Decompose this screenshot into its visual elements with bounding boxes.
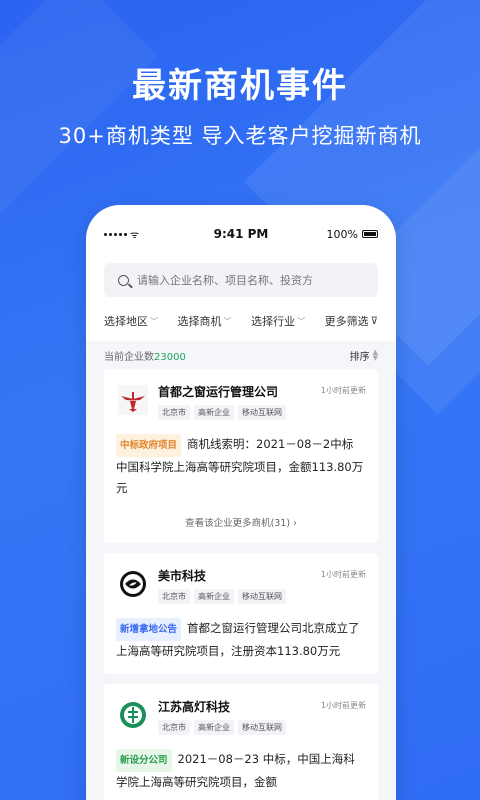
- count-value: 23000: [154, 351, 186, 363]
- search-bar[interactable]: [104, 263, 378, 297]
- tag: 高新企业: [194, 405, 234, 420]
- chevron-right-icon: ›: [293, 518, 297, 529]
- filter-bar: 选择地区 ﹀ 选择商机 ﹀ 选择行业 ﹀ 更多筛选 ⊽: [86, 313, 396, 329]
- tag: 北京市: [158, 720, 190, 735]
- funnel-icon: ⊽: [370, 315, 378, 327]
- opportunity-card[interactable]: 江苏高灯科技 北京市 高新企业 移动互联网 1小时前更新 新设分公司 2021－0…: [104, 684, 378, 800]
- filter-industry[interactable]: 选择行业 ﹀: [251, 313, 305, 329]
- update-time: 1小时前更新: [320, 386, 366, 395]
- count-label: 当前企业数: [104, 351, 154, 363]
- wifi-icon: ᯤ: [130, 230, 140, 241]
- opportunity-description: 新设分公司 2021－08－23 中标，中国上海科学院上海高等研究院项目，金额: [116, 749, 366, 793]
- filter-more[interactable]: 更多筛选 ⊽: [325, 313, 378, 329]
- opportunity-badge: 中标政府项目: [116, 434, 182, 457]
- tag-list: 北京市 高新企业 移动互联网: [158, 720, 321, 735]
- opportunity-list: 首都之窗运行管理公司 北京市 高新企业 移动互联网 1小时前更新 中标政府项目商…: [86, 369, 396, 800]
- sort-button[interactable]: 排序 ▲ ▼: [350, 348, 378, 363]
- opportunity-badge: 新增拿地公告: [116, 618, 182, 641]
- company-name[interactable]: 江苏高灯科技: [158, 698, 321, 715]
- tag: 北京市: [158, 405, 190, 420]
- eagle-emblem-icon: [116, 383, 150, 417]
- tag: 移动互联网: [238, 405, 286, 420]
- battery-icon: [361, 230, 378, 238]
- status-time: 9:41 PM: [213, 227, 269, 241]
- search-icon: [118, 274, 129, 286]
- banner-subtitle: 30+商机类型 导入老客户挖掘新商机: [58, 124, 422, 148]
- opportunity-description: 新增拿地公告 首都之窗运行管理公司北京成立了上海高等研究院项目，注册资本113.8…: [116, 618, 366, 662]
- tag: 高新企业: [194, 589, 234, 604]
- phone-mockup: ᯤ 9:41 PM 100% 选择地区﹀ 选择商机﹀ 选择行业﹀ 更多筛选⊽ 当…: [86, 205, 396, 800]
- update-time: 1小时前更新: [320, 570, 366, 579]
- tag: 移动互联网: [238, 589, 286, 604]
- chevron-down-icon: ﹀: [223, 316, 232, 326]
- opportunity-badge: 新设分公司: [116, 749, 172, 772]
- chevron-down-icon: ﹀: [150, 316, 158, 326]
- tag: 移动互联网: [238, 720, 286, 735]
- filter-region[interactable]: 选择地区 ﹀: [104, 313, 158, 329]
- battery-percent: 100%: [326, 227, 358, 241]
- company-name[interactable]: 美市科技: [158, 567, 321, 584]
- opportunity-card[interactable]: 美市科技 北京市 高新企业 移动互联网 1小时前更新 新增拿地公告 首都之窗运行管…: [104, 553, 378, 674]
- tag: 高新企业: [194, 720, 234, 735]
- tag: 北京市: [158, 589, 190, 604]
- tag-list: 北京市 高新企业 移动互联网: [158, 405, 321, 420]
- filter-opportunity[interactable]: 选择商机 ﹀: [178, 313, 232, 329]
- sort-arrows-icon: ▲ ▼: [372, 348, 378, 362]
- update-time: 1小时前更新: [320, 701, 366, 710]
- opportunity-description: 中标政府项目 商机线索明：2021－08－2中标 中国科学院上海高等研究院项目，金…: [116, 434, 366, 499]
- count-bar: 当前企业数23000 排序 ▲ ▼: [86, 341, 396, 369]
- view-more-link[interactable]: 查看该企业更多商机(31) ›: [116, 515, 366, 531]
- banner-title: 最新商机事件: [132, 66, 348, 106]
- bank-emblem-icon: [116, 698, 150, 732]
- status-bar: ᯤ 9:41 PM 100%: [86, 205, 396, 255]
- tag-list: 北京市 高新企业 移动互联网: [158, 589, 321, 604]
- search-input[interactable]: [137, 273, 357, 287]
- opportunity-card[interactable]: 首都之窗运行管理公司 北京市 高新企业 移动互联网 1小时前更新 中标政府项目商…: [104, 369, 378, 543]
- company-name[interactable]: 首都之窗运行管理公司: [158, 383, 321, 400]
- chevron-down-icon: ﹀: [297, 316, 306, 326]
- signal-icon: [104, 232, 127, 236]
- swirl-emblem-icon: [116, 567, 150, 601]
